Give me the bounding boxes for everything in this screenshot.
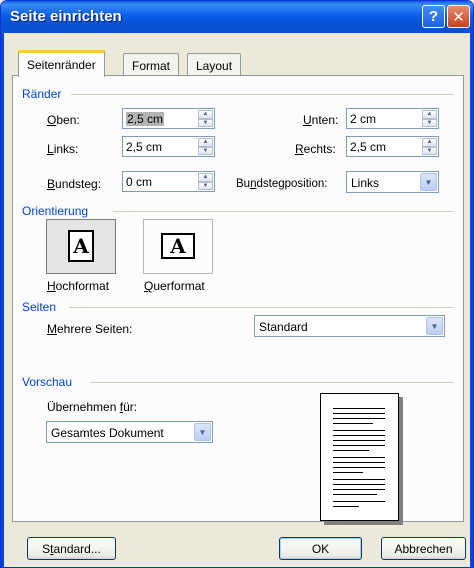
section-label-margins: Ränder bbox=[22, 87, 62, 101]
ok-button[interactable]: OK bbox=[279, 537, 362, 560]
spin-up-icon[interactable]: ▲ bbox=[198, 138, 213, 147]
apply-to-label: Übernehmen für: bbox=[47, 400, 138, 414]
section-label-pages: Seiten bbox=[22, 300, 57, 314]
close-button[interactable]: ✕ bbox=[447, 5, 470, 28]
spin-up-icon[interactable]: ▲ bbox=[198, 173, 213, 182]
window-frame-right bbox=[470, 33, 473, 567]
left-margin-value: 2,5 cm bbox=[126, 140, 163, 154]
gutter-position-value: Links bbox=[351, 176, 380, 190]
gutter-value: 0 cm bbox=[126, 175, 153, 189]
gutter-position-dropdown[interactable]: Links ▼ bbox=[346, 171, 439, 193]
landscape-label: Querformat bbox=[144, 279, 205, 293]
section-divider bbox=[69, 307, 454, 308]
spin-down-icon[interactable]: ▼ bbox=[198, 181, 213, 190]
bottom-margin-value: 2 cm bbox=[350, 112, 377, 126]
section-label-preview: Vorschau bbox=[22, 375, 73, 389]
spin-down-icon[interactable]: ▼ bbox=[422, 118, 437, 127]
bottom-margin-spinner[interactable]: 2 cm ▲ ▼ bbox=[346, 108, 439, 129]
chevron-down-icon[interactable]: ▼ bbox=[426, 317, 443, 335]
top-margin-spinner[interactable]: 2,5 cm ▲ ▼ bbox=[122, 108, 215, 129]
multiple-pages-label: Mehrere Seiten: bbox=[47, 322, 133, 336]
spin-up-icon[interactable]: ▲ bbox=[422, 110, 437, 119]
tab-format[interactable]: Format bbox=[123, 53, 180, 77]
left-margin-label: Links: bbox=[47, 142, 79, 156]
window-frame-left bbox=[1, 33, 4, 567]
tab-label: Seitenränder bbox=[27, 58, 96, 72]
page-setup-dialog: Seite einrichten ? ✕ Seitenränder Format… bbox=[0, 0, 474, 568]
top-margin-label: Oben: bbox=[47, 113, 80, 127]
gutter-label: Bundsteg: bbox=[47, 177, 102, 191]
tab-label: Format bbox=[132, 58, 171, 73]
bottom-margin-label: Unten: bbox=[303, 113, 339, 127]
apply-to-value: Gesamtes Dokument bbox=[51, 426, 164, 440]
title-bar[interactable]: Seite einrichten ? ✕ bbox=[1, 1, 473, 33]
spin-down-icon[interactable]: ▼ bbox=[198, 146, 213, 155]
portrait-page-icon: A bbox=[68, 230, 94, 262]
help-button[interactable]: ? bbox=[422, 5, 445, 28]
portrait-label: Hochformat bbox=[47, 279, 110, 293]
default-button[interactable]: St andard... bbox=[27, 537, 116, 560]
landscape-button[interactable]: A bbox=[143, 219, 213, 274]
window-title: Seite einrichten bbox=[10, 8, 122, 25]
multiple-pages-dropdown[interactable]: Standard ▼ bbox=[254, 315, 445, 337]
apply-to-dropdown[interactable]: Gesamtes Dokument ▼ bbox=[46, 421, 213, 443]
chevron-down-icon[interactable]: ▼ bbox=[194, 423, 211, 441]
section-label-orientation: Orientierung bbox=[22, 204, 89, 218]
portrait-button[interactable]: A bbox=[46, 219, 116, 274]
right-margin-spinner[interactable]: 2,5 cm ▲ ▼ bbox=[346, 136, 439, 157]
tab-layout[interactable]: Layout bbox=[187, 53, 242, 77]
spin-down-icon[interactable]: ▼ bbox=[422, 146, 437, 155]
right-margin-value: 2,5 cm bbox=[350, 140, 387, 154]
left-margin-spinner[interactable]: 2,5 cm ▲ ▼ bbox=[122, 136, 215, 157]
multiple-pages-value: Standard bbox=[259, 320, 308, 334]
landscape-page-icon: A bbox=[161, 233, 195, 259]
spin-up-icon[interactable]: ▲ bbox=[198, 110, 213, 119]
tab-label: Layout bbox=[196, 58, 233, 73]
spin-up-icon[interactable]: ▲ bbox=[422, 138, 437, 147]
spin-down-icon[interactable]: ▼ bbox=[198, 118, 213, 127]
top-margin-value: 2,5 cm bbox=[126, 112, 165, 126]
section-divider bbox=[91, 382, 454, 383]
tab-seitenraender[interactable]: Seitenränder bbox=[18, 50, 105, 77]
section-divider bbox=[71, 94, 454, 95]
preview-page-icon bbox=[320, 393, 399, 521]
section-divider bbox=[113, 211, 454, 212]
gutter-position-label: Bundstegposition: bbox=[236, 178, 328, 190]
gutter-spinner[interactable]: 0 cm ▲ ▼ bbox=[122, 171, 215, 192]
chevron-down-icon[interactable]: ▼ bbox=[420, 173, 437, 191]
cancel-button[interactable]: Abbrechen bbox=[381, 537, 466, 560]
right-margin-label: Rechts: bbox=[295, 142, 336, 156]
